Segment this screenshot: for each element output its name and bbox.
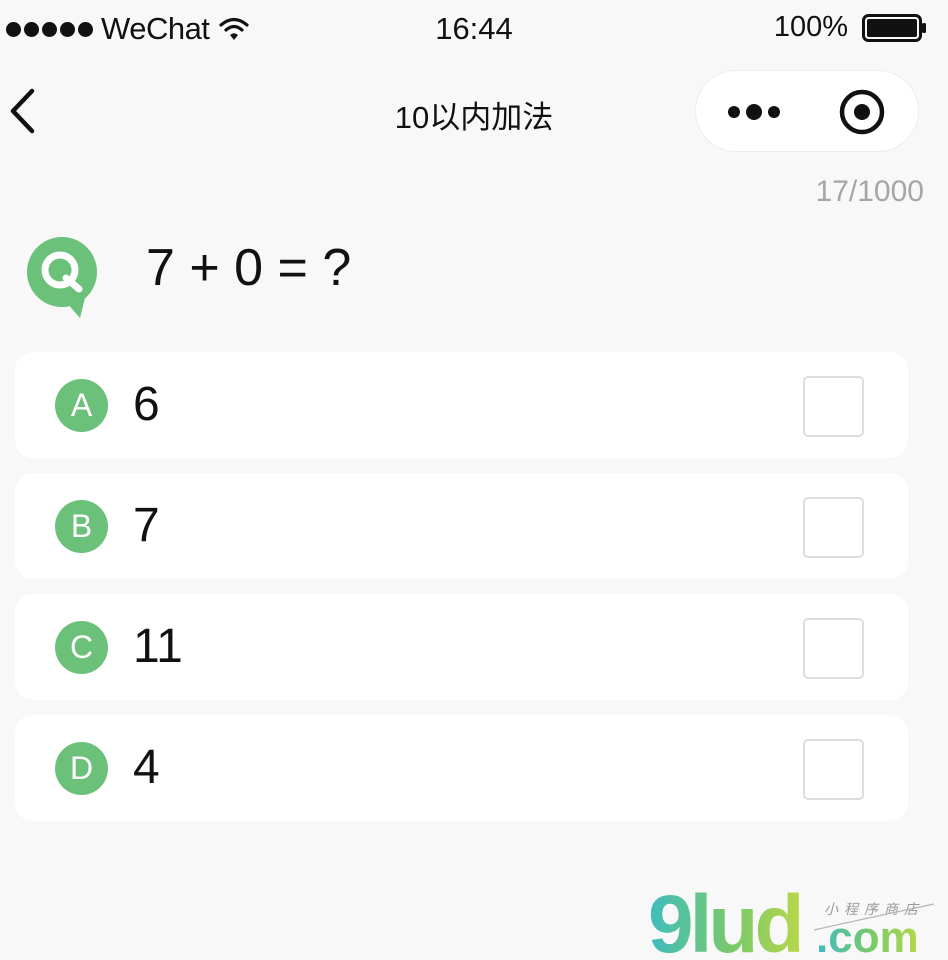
- back-arrow-icon: [10, 88, 35, 134]
- checkbox-icon[interactable]: [803, 739, 864, 800]
- option-value: 7: [133, 499, 160, 552]
- close-button[interactable]: [832, 87, 892, 137]
- carrier-name: WeChat: [101, 11, 210, 46]
- question-row: 7 + 0 = ?: [26, 236, 351, 326]
- checkbox-icon[interactable]: [803, 497, 864, 558]
- option-letter-badge: D: [55, 742, 108, 795]
- option-letter-badge: A: [55, 379, 108, 432]
- battery-icon: [862, 13, 926, 42]
- checkbox-icon[interactable]: [803, 376, 864, 437]
- back-button[interactable]: [2, 86, 42, 136]
- watermark-logo: 9lud .com 小程序商店: [648, 884, 935, 960]
- option-letter-badge: C: [55, 621, 108, 674]
- option-b[interactable]: B 7: [15, 473, 908, 579]
- checkbox-icon[interactable]: [803, 618, 864, 679]
- option-value: 6: [133, 378, 160, 431]
- status-left: WeChat: [6, 11, 250, 47]
- option-value: 11: [133, 620, 183, 673]
- svg-text:9lud: 9lud: [648, 884, 801, 960]
- signal-dots-icon: [6, 21, 93, 37]
- option-a[interactable]: A 6: [15, 352, 908, 458]
- wifi-icon: [219, 17, 250, 40]
- option-letter-badge: B: [55, 500, 108, 553]
- close-target-icon: [839, 89, 885, 135]
- option-value: 4: [133, 741, 160, 794]
- more-dots-icon: [728, 104, 780, 120]
- svg-text:.com: .com: [816, 913, 919, 960]
- quiz-page: WeChat 16:44 100% 10以内加法 17/1000 7 + 0 =…: [0, 0, 948, 960]
- status-right: 100%: [774, 11, 928, 44]
- battery-percent: 100%: [773, 11, 848, 43]
- status-bar: WeChat 16:44 100%: [0, 0, 948, 58]
- more-button[interactable]: [716, 87, 794, 137]
- answer-options: A 6 B 7 C 11 D 4: [15, 352, 908, 836]
- mini-program-capsule: [695, 70, 919, 152]
- svg-text:小程序商店: 小程序商店: [824, 902, 924, 918]
- question-badge-icon: [27, 237, 97, 318]
- option-d[interactable]: D 4: [15, 715, 908, 821]
- question-text: 7 + 0 = ?: [146, 239, 352, 297]
- nav-bar: 10以内加法: [0, 60, 948, 160]
- option-c[interactable]: C 11: [15, 594, 908, 700]
- progress-counter: 17/1000: [815, 175, 924, 208]
